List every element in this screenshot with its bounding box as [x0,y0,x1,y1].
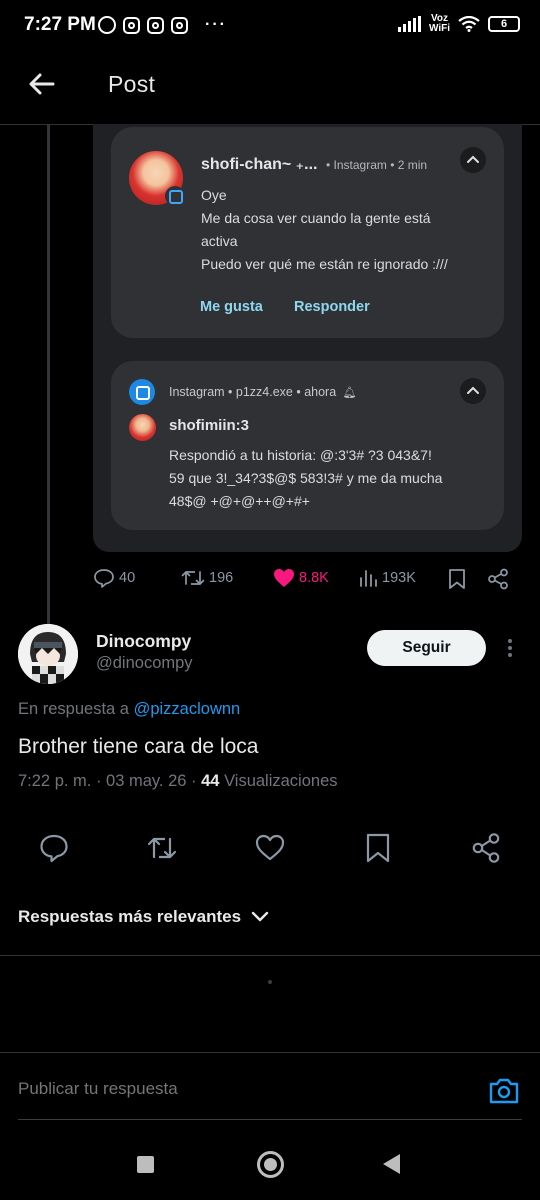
reply-icon[interactable] [38,832,70,864]
notification-line: Respondió a tu historia: @:3'3# ?3 043&7… [169,447,432,463]
instagram-badge-icon [165,186,185,206]
reply-count: 40 [119,570,136,586]
camera-icon[interactable] [488,1076,520,1106]
recent-apps-icon[interactable] [137,1156,154,1173]
notification-meta: • Instagram • 2 min [326,158,428,172]
instagram-notification-icon [123,16,140,34]
notification-meta-text: Instagram • p1zz4.exe • ahora [169,385,337,399]
notification-line: 48$@ +@+@++@+#+ [169,493,310,509]
chevron-up-icon [460,378,486,404]
reply-context: En respuesta a @pizzaclownn [18,700,240,719]
view-count-button[interactable]: 193K [358,568,416,588]
network-label: Voz WiFi [429,14,450,34]
reply-count-button[interactable]: 40 [93,568,135,588]
comment-icon [94,569,114,588]
repost-count: 196 [209,570,234,586]
top-header: Post [0,52,540,124]
notification-line: Puedo ver qué me están re ignorado :/// [201,256,448,272]
share-icon[interactable] [487,568,509,590]
signal-icon [397,16,421,32]
status-time: 7:27 PM [24,14,96,35]
notification-sender: shofimiin:3 [169,417,250,434]
post-image[interactable]: shofi-chan~ ₊... • Instagram • 2 min Oye… [93,124,522,552]
notification-like-action: Me gusta [200,299,263,315]
like-count-button[interactable]: 8.8K [273,568,329,588]
follow-button[interactable]: Seguir [367,630,486,666]
status-right-icons: Voz WiFi 6 [397,14,520,34]
repost-icon [181,571,205,585]
chevron-up-icon [460,147,486,173]
status-bar: 7:27 PM ··· Voz WiFi 6 [0,0,540,52]
reply-to-prefix: En respuesta a [18,700,129,718]
post-views-count: 44 [201,772,220,790]
notification-sender: shofi-chan~ ₊... [201,156,318,173]
reply-input-underline [18,1119,522,1120]
heart-filled-icon [274,569,294,587]
notification-reply-action: Responder [294,299,370,315]
bell-icon: 🔔︎ [342,387,357,399]
notification-line: Oye [201,187,227,203]
notification-meta: Instagram • p1zz4.exe • ahora 🔔︎ [169,385,357,399]
home-icon[interactable] [257,1151,284,1178]
compose-divider [0,1052,540,1053]
replies-sort-dropdown[interactable]: Respuestas más relevantes [18,907,269,927]
more-notifications-icon: ··· [205,16,227,33]
reply-to-mention-link[interactable]: @pizzaclownn [134,700,241,718]
alarm-icon [98,16,116,34]
thread-connector-line [47,124,50,624]
loading-dot [268,980,272,984]
post-actions-row [0,830,540,870]
chevron-down-icon [251,911,269,922]
section-divider [0,955,540,956]
author-name[interactable]: Dinocompy [96,631,191,652]
instagram-notification-icon [147,16,164,34]
repost-count-button[interactable]: 196 [181,568,233,588]
page-title: Post [108,71,156,97]
post-timestamp: 7:22 p. m. · 03 may. 26 · 44 Visualizaci… [18,772,338,791]
avatar[interactable] [18,624,78,684]
post-metrics-row: 40 196 8.8K 193K [93,562,523,596]
network-label-bottom: WiFi [428,23,450,34]
bookmark-icon[interactable] [447,568,467,590]
replies-sort-label: Respuestas más relevantes [18,907,242,926]
author-handle[interactable]: @dinocompy [96,654,193,673]
views-chart-icon [360,570,377,587]
notification-line: activa [201,233,238,249]
notification-line: 59 que 3!_34?3$@$ 583!3# y me da mucha [169,470,443,486]
status-left-icons: ··· [98,16,227,34]
share-icon[interactable] [470,832,502,864]
repost-icon[interactable] [146,832,178,864]
notification-avatar [129,414,156,441]
post-text: Brother tiene cara de loca [18,735,259,758]
back-arrow-icon[interactable] [26,68,58,100]
notification-card-1: shofi-chan~ ₊... • Instagram • 2 min Oye… [111,127,504,338]
system-nav-bar [0,1140,540,1200]
battery-icon: 6 [488,16,520,32]
like-count: 8.8K [299,570,329,586]
author-avatar-image [18,624,78,684]
instagram-notification-icon [171,16,188,34]
wifi-icon [458,16,480,32]
instagram-app-icon [129,379,155,405]
reply-input[interactable] [18,1079,458,1099]
post-views-label: Visualizaciones [224,772,338,790]
more-options-icon[interactable] [504,636,516,662]
bookmark-icon[interactable] [362,832,394,864]
notification-card-2: Instagram • p1zz4.exe • ahora 🔔︎ shofimi… [111,361,504,530]
heart-icon[interactable] [254,832,286,864]
post-time: 7:22 p. m. · 03 may. 26 · [18,772,197,790]
back-triangle-icon[interactable] [383,1154,400,1174]
notification-line: Me da cosa ver cuando la gente está [201,210,431,226]
view-count: 193K [382,570,416,586]
